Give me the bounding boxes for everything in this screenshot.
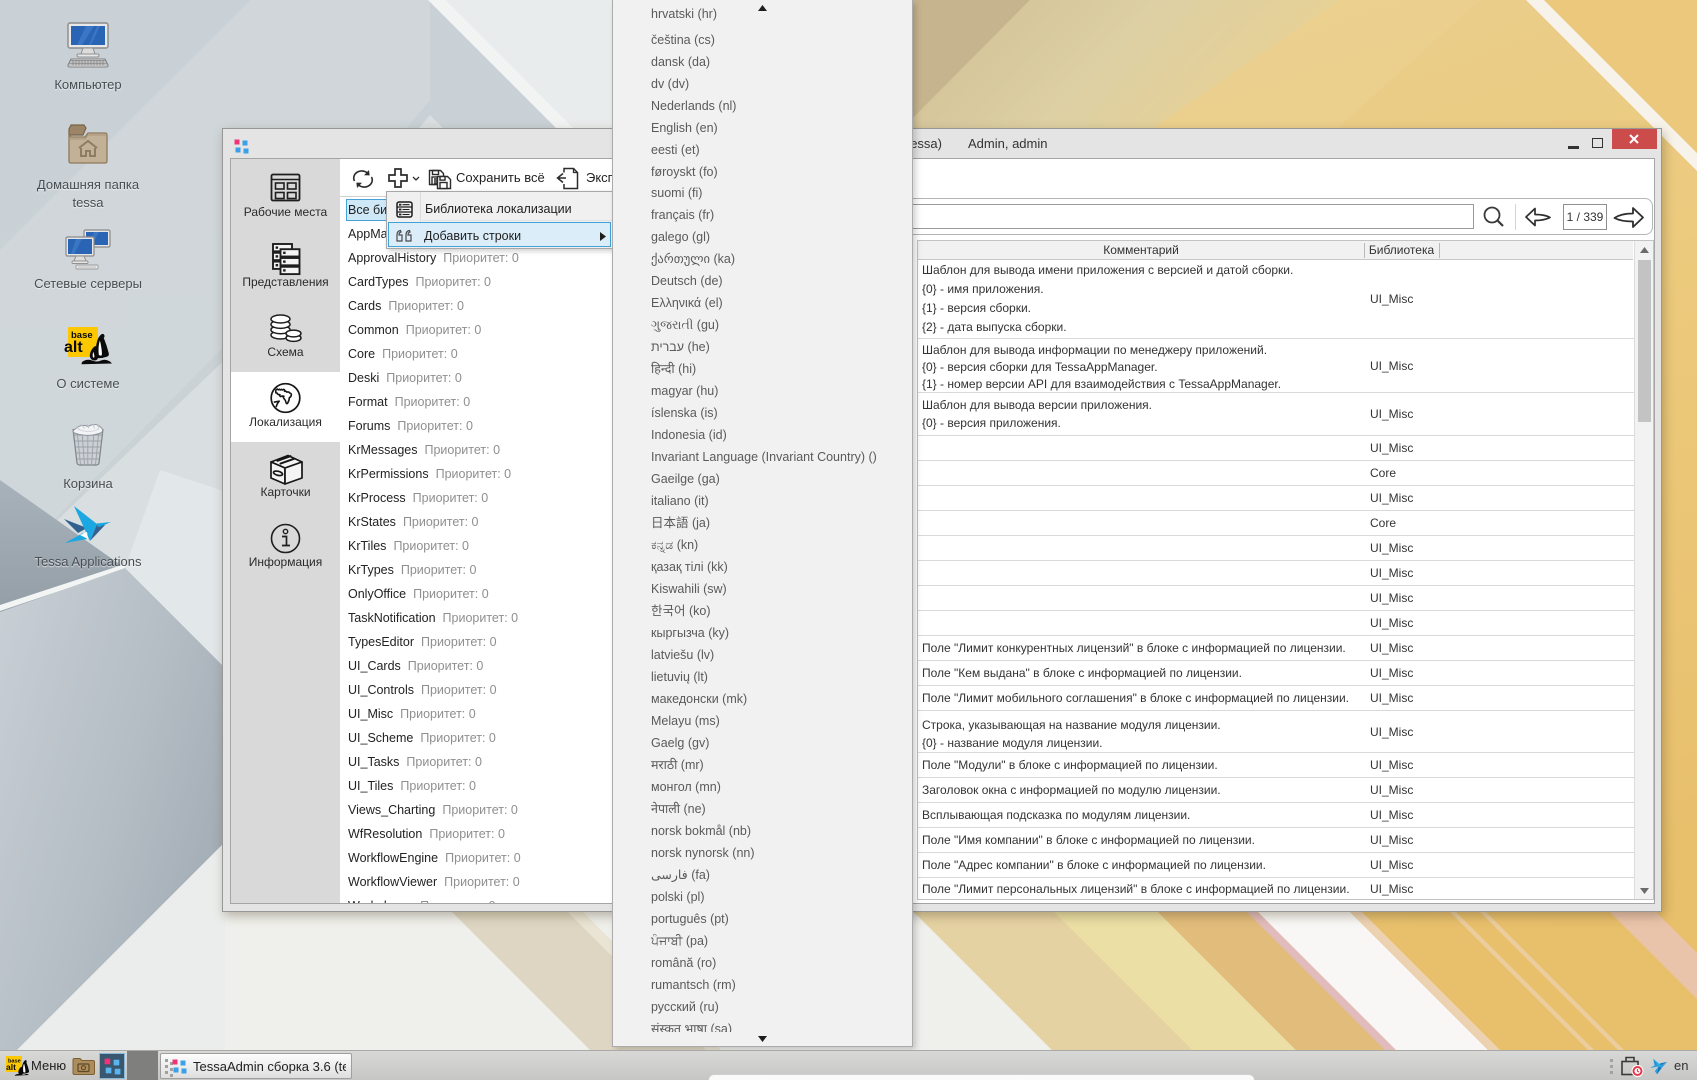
svg-text:alt: alt [6,1062,16,1072]
svg-text:alt: alt [64,339,83,356]
